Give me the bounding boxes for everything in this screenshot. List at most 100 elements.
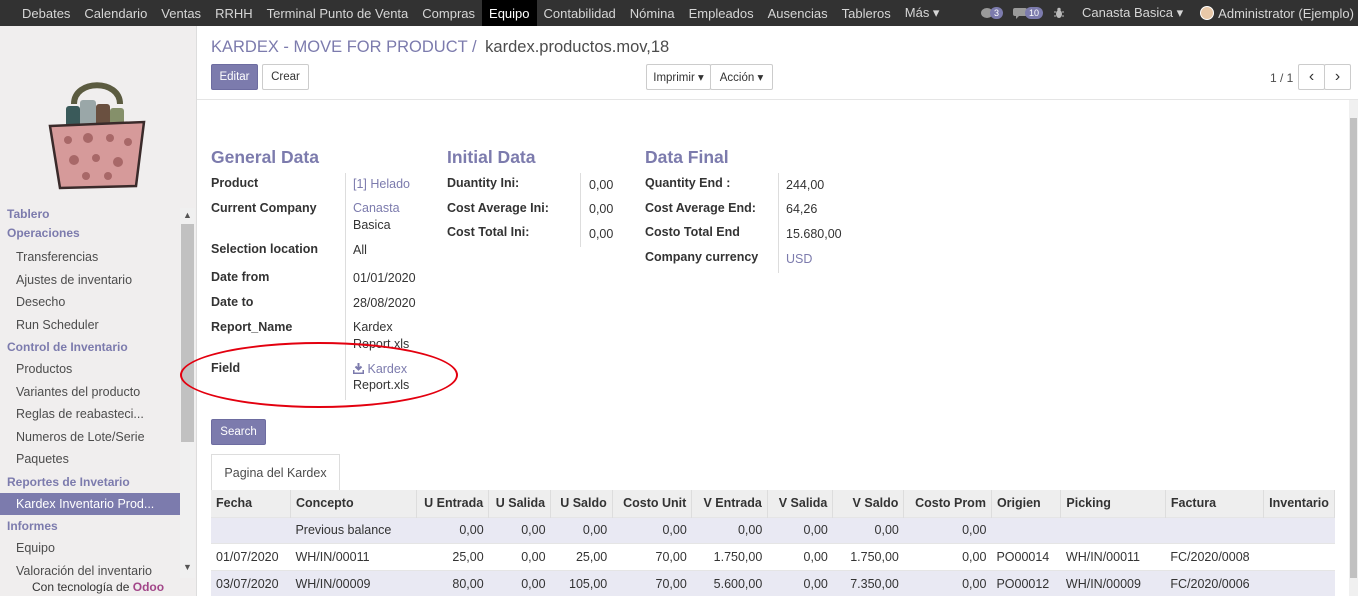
column-header[interactable]: U Saldo — [550, 490, 613, 517]
sidebar-item[interactable]: Kardex Inventario Prod... — [0, 492, 180, 515]
sidebar-item[interactable]: Equipo — [0, 537, 180, 560]
table-cell: 0,00 — [488, 569, 551, 596]
content-scrollbar[interactable] — [1349, 100, 1358, 596]
topmenu-item[interactable]: RRHH — [208, 0, 260, 26]
breadcrumb-separator: / — [471, 38, 477, 56]
date-to-value: 28/08/2020 — [353, 296, 416, 310]
tab-pagina-kardex[interactable]: Pagina del Kardex — [211, 454, 340, 491]
product-label: Product — [211, 176, 259, 190]
sidebar-item[interactable]: Transferencias — [0, 246, 180, 269]
sidebar-item[interactable]: Valoración del inventario — [0, 560, 180, 582]
topmenu-item[interactable]: Calendario — [77, 0, 154, 26]
column-header[interactable]: V Saldo — [832, 490, 905, 517]
sidebar-item[interactable]: Run Scheduler — [0, 314, 180, 337]
cost-avg-ini-value: 0,00 — [589, 202, 614, 216]
column-header[interactable]: Inventario — [1263, 490, 1335, 517]
column-header[interactable]: Factura — [1165, 490, 1265, 517]
topmenu-item[interactable]: Equipo — [482, 0, 537, 26]
table-cell: FC/2020/0006 — [1165, 569, 1264, 596]
sidebar-item[interactable]: Variantes del producto — [0, 381, 180, 404]
cost-avg-end-value: 64,26 — [786, 202, 818, 216]
table-cell: 70,00 — [612, 569, 692, 596]
table-cell: 7.350,00 — [832, 569, 904, 596]
table-cell: FC/2020/0008 — [1165, 543, 1264, 570]
table-cell: 0,00 — [903, 569, 992, 596]
table-cell: WH/IN/00011 — [290, 543, 417, 570]
sidebar-section-title[interactable]: Tablero — [0, 206, 180, 222]
sidebar-item[interactable]: Desecho — [0, 291, 180, 314]
scroll-up-icon[interactable]: ▲ — [180, 210, 195, 224]
table-cell: 0,00 — [767, 543, 833, 570]
search-button[interactable]: Search — [211, 419, 266, 445]
topmenu-item[interactable]: Ventas — [154, 0, 208, 26]
company-value[interactable]: Canasta — [353, 200, 400, 217]
download-link-label: Kardex — [367, 362, 408, 376]
sidebar-item[interactable]: Ajustes de inventario — [0, 269, 180, 292]
column-header[interactable]: Picking — [1060, 490, 1166, 517]
column-header[interactable]: U Salida — [488, 490, 552, 517]
product-value[interactable]: [1] Helado — [353, 176, 410, 193]
column-header[interactable]: V Salida — [767, 490, 834, 517]
sidebar-item[interactable]: Reglas de reabasteci... — [0, 403, 180, 426]
company-switcher[interactable]: Canasta Basica ▾ — [1082, 5, 1183, 21]
print-dropdown[interactable]: Imprimir ▾ — [646, 64, 711, 90]
column-header[interactable]: V Entrada — [691, 490, 768, 517]
cost-total-end-value: 15.680,00 — [786, 227, 842, 241]
scrollbar-thumb[interactable] — [181, 224, 194, 442]
table-cell — [1060, 516, 1166, 544]
topmenu-item[interactable]: Compras — [415, 0, 482, 26]
create-button[interactable]: Crear — [262, 64, 309, 90]
table-cell: 0,00 — [767, 516, 833, 544]
table-row[interactable]: 03/07/2020 WH/IN/00009 80,00 0,00 105,00 70,0… — [211, 569, 1335, 596]
table-cell — [1263, 543, 1335, 570]
sidebar-item[interactable]: Paquetes — [0, 448, 180, 471]
breadcrumb: KARDEX - MOVE FOR PRODUCT / kardex.produ… — [211, 38, 669, 57]
topmenu-item[interactable]: Más ▾ — [898, 0, 947, 26]
column-header[interactable]: Origien — [991, 490, 1062, 517]
sidebar-scrollbar[interactable]: ▲ ▼ — [180, 208, 195, 578]
topmenu-item[interactable]: Terminal Punto de Venta — [260, 0, 416, 26]
table-cell: WH/IN/00009 — [1060, 569, 1166, 596]
messages-indicator[interactable]: 10 — [1012, 7, 1043, 19]
currency-value[interactable]: USD — [786, 251, 812, 268]
action-dropdown[interactable]: Acción ▾ — [710, 64, 773, 90]
powered-by-text: Con tecnología de — [32, 580, 130, 594]
scroll-down-icon[interactable]: ▼ — [180, 562, 195, 576]
table-cell: 25,00 — [416, 543, 489, 570]
sidebar-item[interactable]: Productos — [0, 358, 180, 381]
topmenu-item[interactable]: Nómina — [623, 0, 682, 26]
topmenu-item[interactable]: Contabilidad — [537, 0, 623, 26]
general-data-title: General Data — [211, 147, 319, 167]
download-link[interactable]: Kardex — [353, 361, 407, 378]
topmenu-item[interactable]: Ausencias — [761, 0, 835, 26]
topmenu-item[interactable]: Empleados — [682, 0, 761, 26]
table-row[interactable]: Previous balance 0,00 0,00 0,00 0,00 0,00 0,00… — [211, 516, 1335, 544]
table-cell: 1.750,00 — [691, 543, 768, 570]
debug-indicator[interactable] — [1053, 7, 1065, 19]
scrollbar-thumb[interactable] — [1350, 118, 1357, 578]
column-header[interactable]: Costo Prom — [903, 490, 992, 517]
table-row[interactable]: 01/07/2020 WH/IN/00011 25,00 0,00 25,00 70,00… — [211, 543, 1335, 570]
column-header[interactable]: Concepto — [290, 490, 418, 517]
edit-button[interactable]: Editar — [211, 64, 258, 90]
column-header[interactable]: Fecha — [211, 490, 291, 517]
cost-avg-ini-label: Cost Average Ini: — [447, 201, 549, 215]
company-value-line2: Basica — [353, 218, 391, 232]
column-header[interactable]: U Entrada — [416, 490, 490, 517]
column-header[interactable]: Costo Unit — [612, 490, 693, 517]
table-cell: 1.750,00 — [832, 543, 904, 570]
user-menu[interactable]: Administrator (Ejemplo) — [1200, 6, 1354, 21]
odoo-link[interactable]: Odoo — [133, 580, 164, 594]
pager-next-button[interactable]: › — [1324, 64, 1351, 90]
topmenu-item[interactable]: Debates — [15, 0, 77, 26]
chat-indicator[interactable]: 3 — [980, 7, 1003, 19]
breadcrumb-parent[interactable]: KARDEX - MOVE FOR PRODUCT — [211, 38, 467, 56]
topmenu-item[interactable]: Tableros — [835, 0, 898, 26]
powered-by: Con tecnología de Odoo — [32, 580, 164, 594]
control-panel: KARDEX - MOVE FOR PRODUCT / kardex.produ… — [197, 26, 1358, 100]
quantity-end-value: 244,00 — [786, 178, 825, 192]
user-name: Administrator (Ejemplo) — [1218, 5, 1354, 21]
sidebar-item[interactable]: Numeros de Lote/Serie — [0, 426, 180, 449]
pager-previous-button[interactable]: ‹ — [1298, 64, 1325, 90]
table-cell — [1263, 516, 1335, 544]
